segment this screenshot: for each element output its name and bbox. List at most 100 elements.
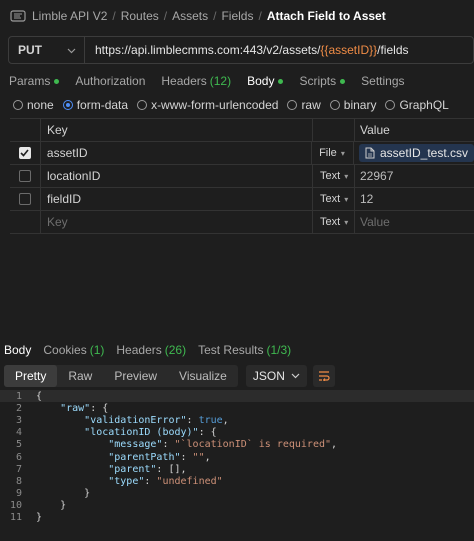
key-cell[interactable]: fieldID <box>41 188 313 210</box>
table-row: assetID File ▾ assetID_test.csv <box>10 142 474 165</box>
preview-button[interactable]: Preview <box>103 365 168 387</box>
code-text: , <box>222 414 229 426</box>
chevron-down-icon: ▾ <box>344 194 349 204</box>
tab-cookies[interactable]: Cookies (1) <box>43 343 104 357</box>
value-cell[interactable]: 12 <box>355 188 474 210</box>
url-input[interactable]: https://api.limblecmms.com:443/v2/assets… <box>85 43 409 57</box>
line-number: 10 <box>9 500 22 512</box>
radio-binary[interactable]: binary <box>329 98 376 112</box>
type-label: File <box>319 147 337 159</box>
tab-scripts[interactable]: Scripts <box>299 74 346 88</box>
response-toolbar: Pretty Raw Preview Visualize JSON <box>4 365 335 387</box>
type-label: Text <box>320 216 341 228</box>
url-variable: {{assetID}} <box>320 43 378 57</box>
value-placeholder[interactable]: Value <box>355 211 474 233</box>
tab-params-label: Params <box>9 74 51 88</box>
url-prefix: https://api.limblecmms.com:443/v2/assets… <box>95 43 321 57</box>
code-line: 7 "parent": [], <box>0 463 474 475</box>
tab-body[interactable]: Body <box>247 74 284 88</box>
value-cell[interactable]: 22967 <box>355 165 474 187</box>
json-key: "message" <box>108 439 163 451</box>
table-header: Key Value <box>10 119 474 142</box>
breadcrumb-item[interactable]: Routes <box>121 9 159 23</box>
radio-form-data[interactable]: form-data <box>62 98 128 112</box>
response-body-editor[interactable]: 1{ 2 "raw": { 3 "validationError": true,… <box>0 390 474 524</box>
row-checkbox-cell <box>10 188 41 210</box>
tab-authorization[interactable]: Authorization <box>75 74 145 88</box>
radio-none[interactable]: none <box>13 98 54 112</box>
status-dot <box>278 78 284 84</box>
checkbox-icon[interactable] <box>19 170 31 182</box>
chevron-down-icon: ▾ <box>340 148 345 158</box>
code-text: : <box>162 439 175 451</box>
header-type <box>313 119 355 141</box>
breadcrumb-item[interactable]: Fields <box>221 9 253 23</box>
radio-urlencoded[interactable]: x-www-form-urlencoded <box>137 98 278 112</box>
code-line: 3 "validationError": true, <box>0 414 474 426</box>
json-key: "type" <box>108 475 145 487</box>
code-line: 1{ <box>0 390 474 403</box>
code-line: 6 "parentPath": "", <box>0 451 474 463</box>
tab-response-headers[interactable]: Headers (26) <box>116 343 186 357</box>
code-text: : [], <box>156 463 187 475</box>
json-key: "validationError" <box>84 414 187 426</box>
type-select[interactable]: Text ▾ <box>313 188 355 210</box>
breadcrumb-separator: / <box>163 9 168 23</box>
cookies-count: (1) <box>89 343 105 357</box>
table-row: locationID Text ▾ 22967 <box>10 165 474 188</box>
json-string: "" <box>192 451 205 463</box>
response-headers-count: (26) <box>164 343 187 357</box>
radio-graphql[interactable]: GraphQL <box>385 98 449 112</box>
type-select[interactable]: Text ▾ <box>313 211 355 233</box>
tab-headers[interactable]: Headers (12) <box>161 74 231 88</box>
type-select[interactable]: Text ▾ <box>313 165 355 187</box>
breadcrumb-item[interactable]: Assets <box>172 9 208 23</box>
tab-response-body[interactable]: Body <box>4 343 31 357</box>
file-chip[interactable]: assetID_test.csv <box>358 144 474 162</box>
key-cell[interactable]: assetID <box>41 142 313 164</box>
code-text: : { <box>198 427 217 439</box>
method-select[interactable]: PUT <box>9 37 85 63</box>
code-line: 2 "raw": { <box>0 402 474 414</box>
code-text: } <box>60 500 67 512</box>
checkbox-checked-icon[interactable] <box>18 147 31 159</box>
breadcrumb-item[interactable]: Limble API V2 <box>32 9 107 23</box>
tab-params[interactable]: Params <box>9 74 60 88</box>
raw-button[interactable]: Raw <box>57 365 103 387</box>
type-label: Text <box>320 193 341 205</box>
tab-headers-label: Headers <box>161 74 207 88</box>
header-check-cell <box>10 119 41 141</box>
json-key: "parentPath" <box>108 451 181 463</box>
key-placeholder[interactable]: Key <box>41 211 313 233</box>
format-label: JSON <box>252 369 285 383</box>
checkbox-icon[interactable] <box>19 193 31 205</box>
code-text: : <box>186 414 199 426</box>
request-name[interactable]: Attach Field to Asset <box>267 9 386 23</box>
file-icon <box>365 147 375 159</box>
radio-raw[interactable]: raw <box>287 98 321 112</box>
code-line: 9 } <box>0 488 474 500</box>
code-line: 8 "type": "undefined" <box>0 475 474 487</box>
code-text: } <box>84 488 91 500</box>
code-text: : { <box>90 402 109 414</box>
method-label: PUT <box>18 43 42 57</box>
header-key: Key <box>41 119 313 141</box>
code-text: { <box>36 390 43 402</box>
json-key: "parent" <box>108 463 157 475</box>
pretty-button[interactable]: Pretty <box>4 365 58 387</box>
tab-settings[interactable]: Settings <box>361 74 404 88</box>
key-cell[interactable]: locationID <box>41 165 313 187</box>
chevron-down-icon <box>67 43 76 57</box>
type-select[interactable]: File ▾ <box>312 142 354 164</box>
table-row: fieldID Text ▾ 12 <box>10 188 474 211</box>
wrap-lines-icon[interactable] <box>312 365 335 387</box>
tab-test-results[interactable]: Test Results (1/3) <box>198 343 291 357</box>
visualize-button[interactable]: Visualize <box>168 365 238 387</box>
format-select[interactable]: JSON <box>245 365 307 387</box>
json-string: "`locationID` is required" <box>174 439 332 451</box>
